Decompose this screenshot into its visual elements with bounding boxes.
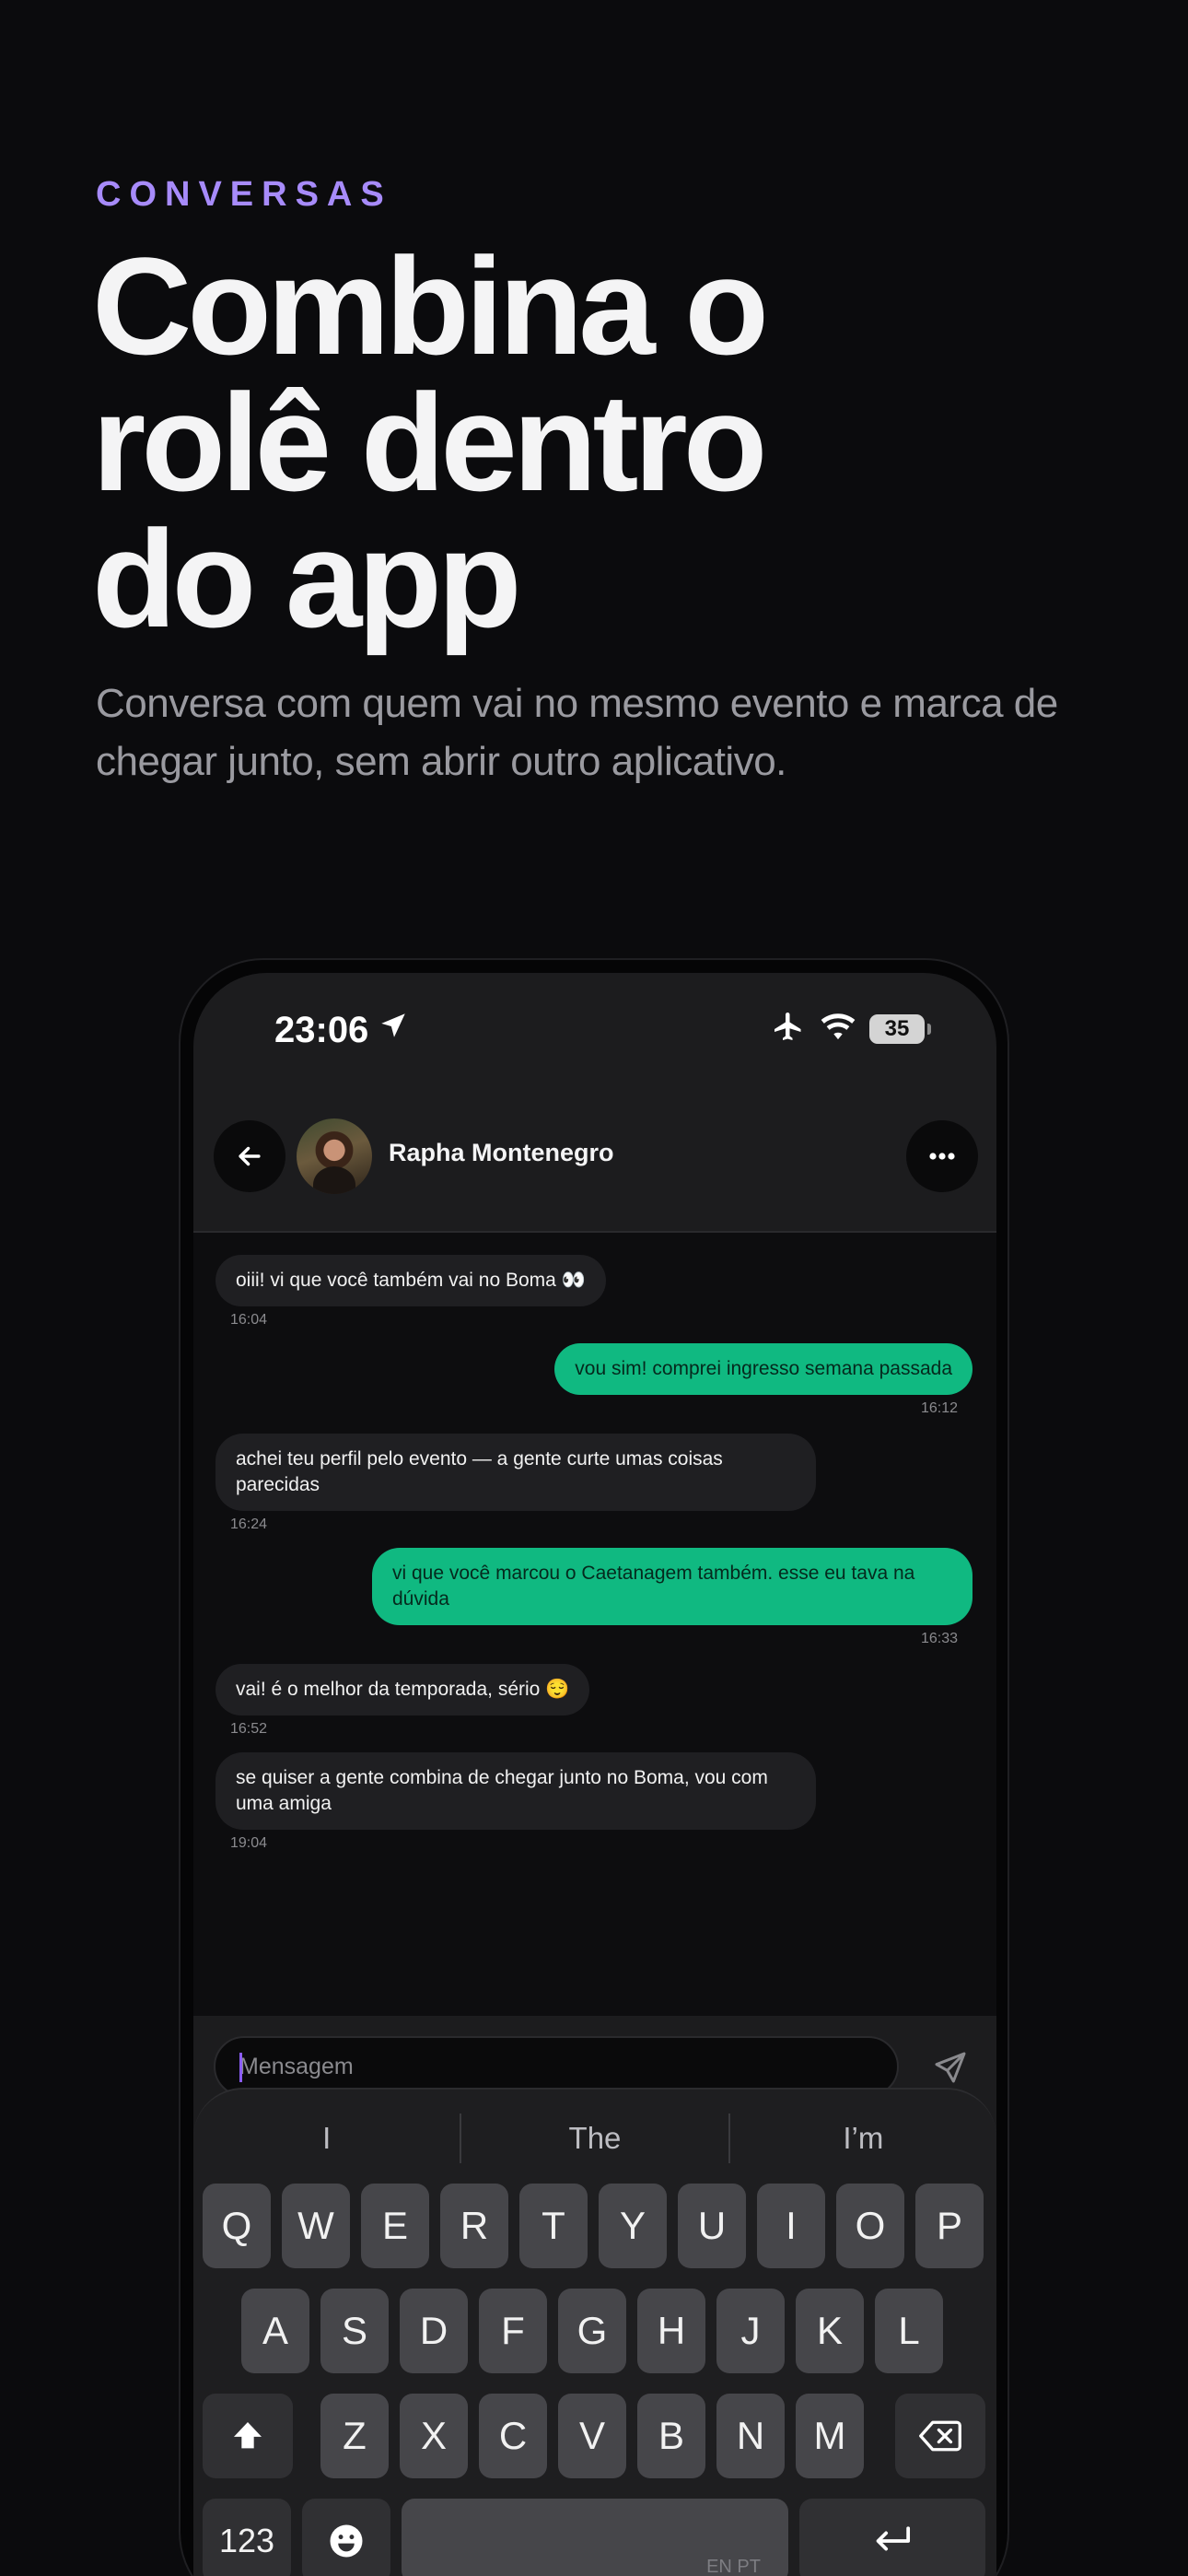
key-a[interactable]: A <box>241 2289 309 2373</box>
message-bubble[interactable]: se quiser a gente combina de chegar junt… <box>215 1752 816 1830</box>
location-arrow-icon <box>378 1010 409 1046</box>
phone-mockup: 23:06 35 Rapha Montenegro oiii! vi que v… <box>179 958 1009 2576</box>
shift-key[interactable] <box>203 2394 293 2478</box>
message-time: 19:04 <box>230 1835 268 1851</box>
key-n[interactable]: N <box>716 2394 785 2478</box>
key-v[interactable]: V <box>558 2394 626 2478</box>
status-time: 23:06 <box>274 1010 369 1050</box>
key-c[interactable]: C <box>479 2394 547 2478</box>
key-y[interactable]: Y <box>599 2184 667 2268</box>
message-list: oiii! vi que você também vai no Boma 👀 1… <box>193 1233 996 2016</box>
key-b[interactable]: B <box>637 2394 705 2478</box>
message-bubble[interactable]: vi que você marcou o Caetanagem também. … <box>372 1548 973 1625</box>
message-time: 16:52 <box>230 1721 268 1737</box>
arrow-left-icon <box>239 1146 261 1166</box>
key-s[interactable]: S <box>320 2289 389 2373</box>
key-u[interactable]: U <box>678 2184 746 2268</box>
message-bubble[interactable]: achei teu perfil pelo evento — a gente c… <box>215 1434 816 1511</box>
status-icons: 35 <box>770 1010 931 1048</box>
key-q[interactable]: Q <box>203 2184 271 2268</box>
key-t[interactable]: T <box>519 2184 588 2268</box>
space-key[interactable]: EN PT <box>402 2499 788 2576</box>
emoji-key[interactable] <box>302 2499 390 2576</box>
key-r[interactable]: R <box>440 2184 508 2268</box>
backspace-icon <box>919 2420 961 2452</box>
wifi-icon <box>820 1011 856 1047</box>
key-l[interactable]: L <box>875 2289 943 2373</box>
suggestion-bar: I The I’m <box>193 2113 996 2163</box>
more-options-button[interactable] <box>906 1120 978 1192</box>
key-z[interactable]: Z <box>320 2394 389 2478</box>
key-e[interactable]: E <box>361 2184 429 2268</box>
message-time: 16:24 <box>230 1516 268 1532</box>
shift-icon <box>234 2422 262 2449</box>
key-p[interactable]: P <box>915 2184 984 2268</box>
headline-line: Combina o <box>92 228 769 383</box>
headline-line: do app <box>92 501 522 656</box>
backspace-key[interactable] <box>895 2394 985 2478</box>
status-bar: 23:06 35 <box>193 973 996 1083</box>
key-i[interactable]: I <box>757 2184 825 2268</box>
message-bubble[interactable]: oiii! vi que você também vai no Boma 👀 <box>215 1255 606 1306</box>
return-icon <box>876 2526 911 2551</box>
numbers-key[interactable]: 123 <box>203 2499 291 2576</box>
key-d[interactable]: D <box>400 2289 468 2373</box>
key-x[interactable]: X <box>400 2394 468 2478</box>
message-time: 16:12 <box>920 1400 958 1416</box>
return-key[interactable] <box>799 2499 985 2576</box>
key-m[interactable]: M <box>796 2394 864 2478</box>
message-bubble[interactable]: vai! é o melhor da temporada, sério 😌 <box>215 1664 590 1715</box>
keyboard: I The I’m Q W E R T Y U I O P A S D F G … <box>193 2088 996 2576</box>
keyboard-language-label: EN PT <box>706 2557 761 2576</box>
phone-screen: 23:06 35 Rapha Montenegro oiii! vi que v… <box>193 973 996 2576</box>
headline-line: rolê dentro <box>92 365 767 520</box>
message-item: vou sim! comprei ingresso semana passada… <box>554 1343 973 1417</box>
message-item: vai! é o melhor da temporada, sério 😌 16… <box>215 1664 590 1738</box>
emoji-icon <box>330 2524 363 2558</box>
key-w[interactable]: W <box>282 2184 350 2268</box>
suggestion-item[interactable]: I’m <box>730 2113 996 2163</box>
key-o[interactable]: O <box>836 2184 904 2268</box>
more-dots-icon <box>929 1153 955 1160</box>
back-button[interactable] <box>214 1120 285 1192</box>
subtitle: Conversa com quem vai no mesmo evento e … <box>96 681 1058 784</box>
suggestion-item[interactable]: The <box>461 2113 728 2163</box>
headline: Combina o rolê dentro do app <box>92 228 1105 656</box>
message-bubble[interactable]: vou sim! comprei ingresso semana passada <box>554 1343 973 1395</box>
airplane-icon <box>770 1010 807 1048</box>
battery-icon: 35 <box>869 1013 931 1044</box>
message-time: 16:04 <box>230 1312 268 1328</box>
chat-header: Rapha Montenegro <box>193 1083 996 1233</box>
message-item: achei teu perfil pelo evento — a gente c… <box>215 1434 816 1533</box>
key-k[interactable]: K <box>796 2289 864 2373</box>
avatar[interactable] <box>297 1118 372 1194</box>
message-time: 16:33 <box>920 1631 958 1646</box>
contact-name[interactable]: Rapha Montenegro <box>389 1139 614 1167</box>
key-g[interactable]: G <box>558 2289 626 2373</box>
suggestion-item[interactable]: I <box>193 2113 460 2163</box>
key-j[interactable]: J <box>716 2289 785 2373</box>
message-item: se quiser a gente combina de chegar junt… <box>215 1752 816 1852</box>
message-item: vi que você marcou o Caetanagem também. … <box>372 1548 973 1647</box>
send-button[interactable] <box>932 2049 969 2090</box>
message-item: oiii! vi que você também vai no Boma 👀 1… <box>215 1255 606 1329</box>
key-h[interactable]: H <box>637 2289 705 2373</box>
key-f[interactable]: F <box>479 2289 547 2373</box>
section-eyebrow: CONVERSAS <box>96 175 392 214</box>
send-icon <box>935 2052 966 2083</box>
